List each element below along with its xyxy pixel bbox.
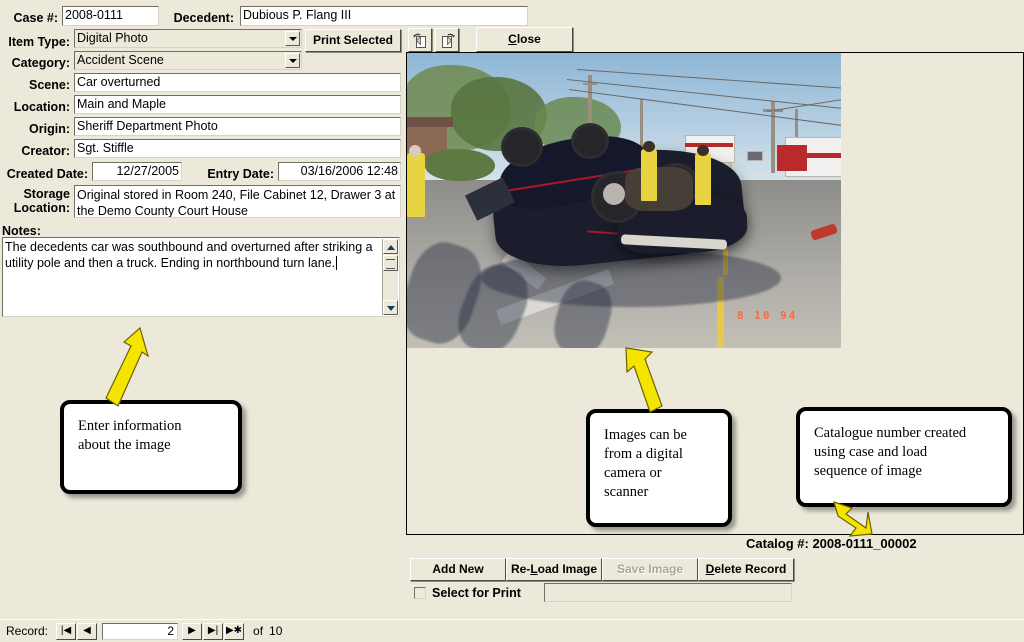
text-cursor bbox=[336, 256, 341, 270]
notes-text: The decedents car was southbound and ove… bbox=[5, 240, 373, 270]
entry-date-label: Entry Date: bbox=[207, 167, 274, 181]
photo-date-stamp: 8 10 94 bbox=[737, 309, 798, 322]
storage-location-label: Storage Location: bbox=[4, 187, 70, 215]
first-record-button[interactable]: |◀ bbox=[56, 622, 77, 640]
close-button[interactable]: Close bbox=[476, 27, 573, 52]
next-record-button[interactable]: ▶ bbox=[182, 622, 203, 640]
print-note-input[interactable] bbox=[544, 583, 792, 602]
photo-ambulance-stripe bbox=[685, 143, 733, 147]
select-for-print-checkbox[interactable] bbox=[414, 586, 426, 600]
rotate-right-button[interactable] bbox=[435, 28, 459, 52]
scroll-up-icon[interactable] bbox=[383, 239, 398, 254]
item-type-combo[interactable]: Digital Photo bbox=[74, 29, 302, 48]
storage-location-label-line2: Location: bbox=[13, 201, 70, 215]
creator-input[interactable]: Sgt. Stiffle bbox=[74, 139, 401, 158]
scroll-down-icon[interactable] bbox=[383, 300, 398, 315]
callout-arrow-up-left bbox=[98, 326, 154, 410]
callout-enter-information: Enter information about the image bbox=[60, 400, 242, 494]
origin-label: Origin: bbox=[29, 122, 70, 136]
photo-firefighter bbox=[641, 149, 657, 201]
entry-date-input[interactable]: 03/16/2006 12:48 bbox=[278, 162, 401, 181]
photo-car-wheel bbox=[501, 127, 543, 167]
select-for-print-label: Select for Print bbox=[432, 586, 521, 600]
callout-catalogue-number: Catalogue number created using case and … bbox=[796, 407, 1012, 507]
close-button-label-rest: lose bbox=[516, 32, 541, 46]
notes-textarea[interactable]: The decedents car was southbound and ove… bbox=[2, 237, 400, 317]
record-label: Record: bbox=[6, 624, 49, 638]
record-navigator: Record: |◀ ◀ 2 ▶ ▶| ▶✱ of 10 bbox=[0, 619, 1024, 642]
callout-text: Images can be from a digital camera or s… bbox=[604, 427, 687, 500]
previous-record-button[interactable]: ◀ bbox=[77, 622, 98, 640]
location-input[interactable]: Main and Maple bbox=[74, 95, 401, 114]
rotate-right-icon bbox=[441, 33, 455, 48]
category-label: Category: bbox=[11, 56, 70, 70]
creator-label: Creator: bbox=[21, 144, 70, 158]
photo-firefighter-head bbox=[409, 145, 421, 157]
save-image-button: Save Image bbox=[602, 558, 698, 581]
scrollbar-thumb[interactable] bbox=[383, 255, 398, 271]
current-record-input[interactable]: 2 bbox=[102, 622, 179, 640]
rotate-left-icon bbox=[412, 33, 426, 48]
created-date-label: Created Date: bbox=[6, 167, 88, 181]
storage-location-input[interactable]: Original stored in Room 240, File Cabine… bbox=[74, 185, 401, 218]
rotate-left-button[interactable] bbox=[408, 28, 432, 52]
callout-arrow-down-right bbox=[832, 500, 874, 540]
case-number-input[interactable]: 2008-0111 bbox=[62, 6, 159, 26]
record-of-label: of bbox=[253, 624, 264, 638]
item-type-value: Digital Photo bbox=[77, 31, 148, 45]
category-combo[interactable]: Accident Scene bbox=[74, 51, 302, 70]
scene-input[interactable]: Car overturned bbox=[74, 73, 401, 92]
photo-firefighter bbox=[407, 153, 425, 217]
photo-car-hubcap bbox=[603, 183, 625, 205]
decedent-label: Decedent: bbox=[173, 11, 234, 25]
origin-input[interactable]: Sheriff Department Photo bbox=[74, 117, 401, 136]
item-type-label: Item Type: bbox=[8, 35, 70, 49]
scene-label: Scene: bbox=[29, 78, 70, 92]
last-record-button[interactable]: ▶| bbox=[203, 622, 224, 640]
location-label: Location: bbox=[13, 100, 70, 114]
callout-image-source: Images can be from a digital camera or s… bbox=[586, 409, 732, 527]
delete-record-button[interactable]: Delete Record bbox=[698, 558, 794, 581]
photo-distant-car bbox=[747, 151, 763, 161]
category-value: Accident Scene bbox=[77, 53, 164, 67]
photo-firefighter-head bbox=[697, 145, 709, 156]
created-date-input[interactable]: 12/27/2005 bbox=[92, 162, 182, 181]
checkbox-box[interactable] bbox=[414, 587, 426, 599]
storage-location-label-line1: Storage bbox=[23, 187, 70, 201]
chevron-down-icon[interactable] bbox=[285, 53, 300, 68]
photo-firefighter bbox=[695, 153, 711, 205]
photo-car-wheel bbox=[571, 123, 609, 159]
photo-car-undercarriage bbox=[625, 167, 693, 211]
decedent-input[interactable]: Dubious P. Flang III bbox=[240, 6, 528, 26]
callout-arrow-up-middle bbox=[618, 346, 666, 416]
print-selected-button[interactable]: Print Selected bbox=[305, 29, 401, 52]
notes-scrollbar[interactable] bbox=[382, 239, 398, 315]
photo-fire-truck-body bbox=[777, 145, 807, 171]
callout-text: Enter information about the image bbox=[78, 418, 182, 453]
add-new-button[interactable]: Add New bbox=[410, 558, 506, 581]
reload-image-button[interactable]: Re-Load Image bbox=[506, 558, 602, 581]
photo-bush bbox=[425, 149, 495, 181]
notes-label: Notes: bbox=[2, 224, 41, 238]
photo-fire-truck-stripe bbox=[785, 153, 841, 158]
photo-utility-pole-crossarm bbox=[583, 83, 597, 85]
callout-text: Catalogue number created using case and … bbox=[814, 425, 967, 479]
evidence-photo[interactable]: 8 10 94 bbox=[407, 53, 841, 348]
record-total: 10 bbox=[269, 624, 283, 638]
chevron-down-icon[interactable] bbox=[285, 31, 300, 46]
photo-building bbox=[407, 117, 453, 127]
case-number-label: Case #: bbox=[13, 11, 58, 25]
photo-firefighter-head bbox=[643, 141, 655, 152]
new-record-button[interactable]: ▶✱ bbox=[224, 622, 245, 640]
